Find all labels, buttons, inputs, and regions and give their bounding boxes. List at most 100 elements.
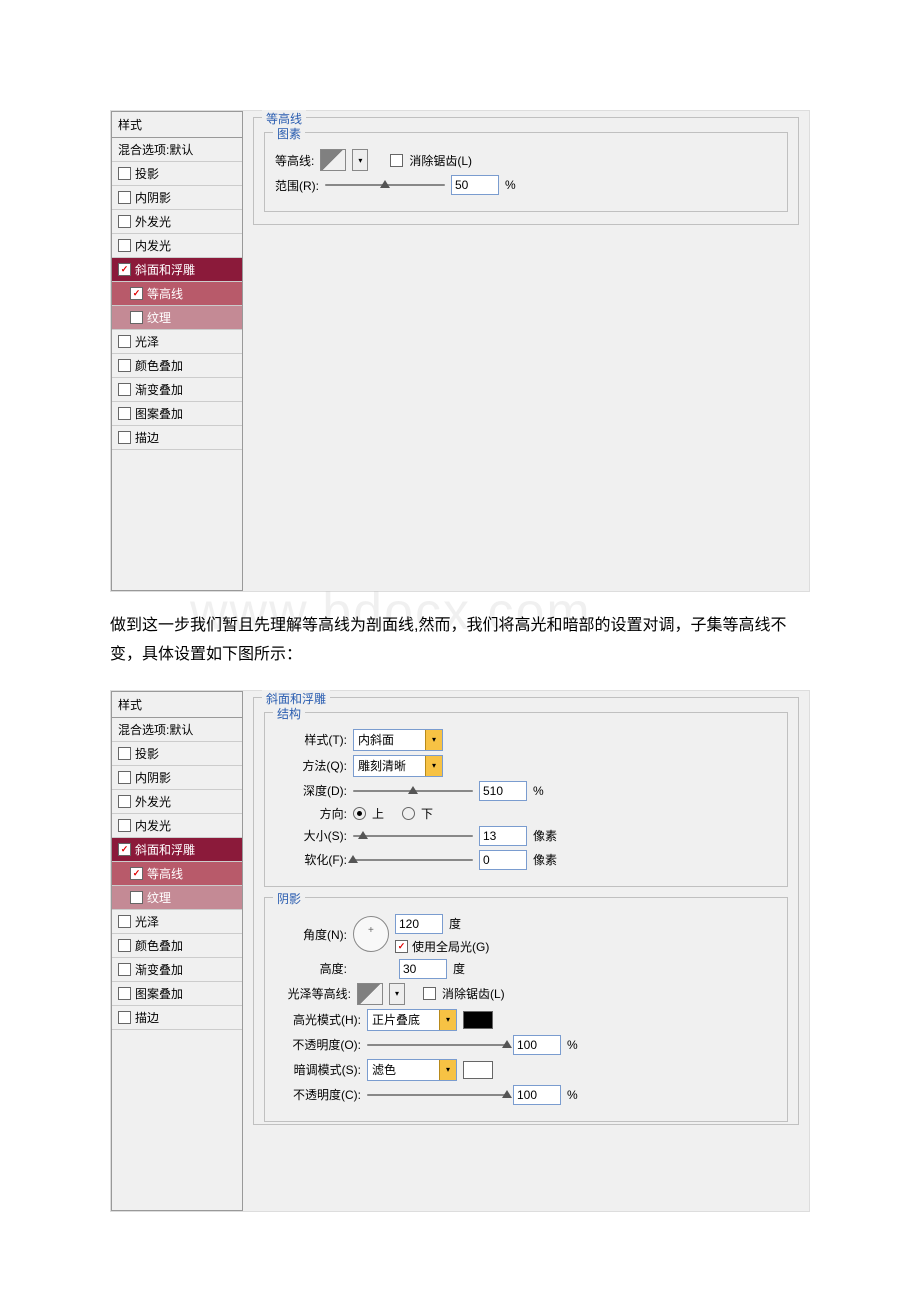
angle-label: 角度(N):	[275, 926, 347, 943]
soften-slider[interactable]	[353, 857, 473, 863]
sh-opacity-input[interactable]	[513, 1085, 561, 1105]
blend-options-item[interactable]: 混合选项:默认	[112, 138, 242, 162]
shadow-mode-select[interactable]: 滤色 ▾	[367, 1059, 457, 1081]
hi-opacity-input[interactable]	[513, 1035, 561, 1055]
chevron-down-icon[interactable]: ▾	[439, 1060, 456, 1080]
shadow-mode-label: 暗调模式(S):	[275, 1061, 361, 1078]
checkbox-icon[interactable]	[118, 843, 131, 856]
style-inner-shadow[interactable]: 内阴影	[112, 186, 242, 210]
style-bevel-emboss-2[interactable]: 斜面和浮雕	[112, 838, 242, 862]
gloss-label: 光泽等高线:	[275, 985, 351, 1002]
gloss-antialias-label: 消除锯齿(L)	[442, 985, 505, 1002]
global-light-checkbox[interactable]	[395, 940, 408, 953]
style-bevel-emboss[interactable]: 斜面和浮雕	[112, 258, 242, 282]
size-slider[interactable]	[353, 833, 473, 839]
style-outer-glow[interactable]: 外发光	[112, 210, 242, 234]
checkbox-icon[interactable]	[118, 431, 131, 444]
gloss-antialias-checkbox[interactable]	[423, 987, 436, 1000]
style-outer-glow-2[interactable]: 外发光	[112, 790, 242, 814]
checkbox-icon[interactable]	[118, 215, 131, 228]
angle-unit: 度	[449, 915, 461, 932]
style-contour[interactable]: 等高线	[112, 282, 242, 306]
styles-list-panel-2: 样式 混合选项:默认 投影 内阴影 外发光 内发光 斜面和浮雕 等高线 纹理 光…	[111, 691, 243, 1211]
angle-input[interactable]	[395, 914, 443, 934]
style-stroke-2[interactable]: 描边	[112, 1006, 242, 1030]
checkbox-icon[interactable]	[130, 311, 143, 324]
checkbox-icon[interactable]	[130, 891, 143, 904]
checkbox-icon[interactable]	[118, 819, 131, 832]
blend-options-item-2[interactable]: 混合选项:默认	[112, 718, 242, 742]
style-satin[interactable]: 光泽	[112, 330, 242, 354]
gloss-contour-swatch[interactable]	[357, 983, 383, 1005]
checkbox-icon[interactable]	[118, 167, 131, 180]
depth-slider[interactable]	[353, 788, 473, 794]
layer-style-dialog-1: 样式 混合选项:默认 投影 内阴影 外发光 内发光 斜面和浮雕 等高线 纹理 光…	[110, 110, 810, 592]
direction-up-radio[interactable]	[353, 807, 366, 820]
angle-globe-icon[interactable]: +	[353, 916, 389, 952]
altitude-unit: 度	[453, 960, 465, 977]
checkbox-icon[interactable]	[118, 239, 131, 252]
checkbox-icon[interactable]	[118, 963, 131, 976]
method-select[interactable]: 雕刻清晰 ▾	[353, 755, 443, 777]
style-gradient-overlay[interactable]: 渐变叠加	[112, 378, 242, 402]
altitude-label: 高度:	[275, 960, 347, 977]
sh-opacity-slider[interactable]	[367, 1092, 507, 1098]
range-label: 范围(R):	[275, 177, 319, 194]
checkbox-icon[interactable]	[118, 383, 131, 396]
checkbox-icon[interactable]	[118, 915, 131, 928]
checkbox-icon[interactable]	[118, 191, 131, 204]
chevron-down-icon[interactable]: ▾	[425, 756, 442, 776]
dropdown-arrow-icon[interactable]: ▾	[389, 983, 405, 1005]
size-unit: 像素	[533, 827, 557, 844]
chevron-down-icon[interactable]: ▾	[425, 730, 442, 750]
chevron-down-icon[interactable]: ▾	[439, 1010, 456, 1030]
style-inner-glow-2[interactable]: 内发光	[112, 814, 242, 838]
styles-empty-space	[112, 450, 242, 590]
style-texture-2[interactable]: 纹理	[112, 886, 242, 910]
checkbox-icon[interactable]	[118, 335, 131, 348]
checkbox-icon[interactable]	[118, 407, 131, 420]
style-color-overlay-2[interactable]: 颜色叠加	[112, 934, 242, 958]
checkbox-icon[interactable]	[118, 747, 131, 760]
hi-opacity-slider[interactable]	[367, 1042, 507, 1048]
style-pattern-overlay-2[interactable]: 图案叠加	[112, 982, 242, 1006]
shadow-color-swatch[interactable]	[463, 1061, 493, 1079]
style-select[interactable]: 内斜面 ▾	[353, 729, 443, 751]
highlight-mode-select[interactable]: 正片叠底 ▾	[367, 1009, 457, 1031]
contour-fieldset: 等高线 图素 等高线: ▾ 消除锯齿(L) 范围(R):	[253, 117, 799, 225]
altitude-input[interactable]	[399, 959, 447, 979]
style-drop-shadow-2[interactable]: 投影	[112, 742, 242, 766]
dropdown-arrow-icon[interactable]: ▾	[352, 149, 368, 171]
style-inner-shadow-2[interactable]: 内阴影	[112, 766, 242, 790]
antialias-checkbox[interactable]	[390, 154, 403, 167]
hi-opacity-label: 不透明度(O):	[275, 1036, 361, 1053]
style-color-overlay[interactable]: 颜色叠加	[112, 354, 242, 378]
size-input[interactable]	[479, 826, 527, 846]
soften-input[interactable]	[479, 850, 527, 870]
direction-down-radio[interactable]	[402, 807, 415, 820]
style-inner-glow[interactable]: 内发光	[112, 234, 242, 258]
contour-swatch[interactable]	[320, 149, 346, 171]
checkbox-icon[interactable]	[130, 867, 143, 880]
style-gradient-overlay-2[interactable]: 渐变叠加	[112, 958, 242, 982]
range-slider[interactable]	[325, 182, 445, 188]
checkbox-icon[interactable]	[118, 939, 131, 952]
highlight-color-swatch[interactable]	[463, 1011, 493, 1029]
style-drop-shadow[interactable]: 投影	[112, 162, 242, 186]
direction-label: 方向:	[275, 805, 347, 822]
checkbox-icon[interactable]	[118, 1011, 131, 1024]
style-satin-2[interactable]: 光泽	[112, 910, 242, 934]
checkbox-icon[interactable]	[130, 287, 143, 300]
checkbox-icon[interactable]	[118, 359, 131, 372]
checkbox-icon[interactable]	[118, 795, 131, 808]
checkbox-icon[interactable]	[118, 263, 131, 276]
checkbox-icon[interactable]	[118, 987, 131, 1000]
elements-fieldset: 图素 等高线: ▾ 消除锯齿(L) 范围(R):	[264, 132, 788, 212]
style-texture[interactable]: 纹理	[112, 306, 242, 330]
style-contour-2[interactable]: 等高线	[112, 862, 242, 886]
style-stroke[interactable]: 描边	[112, 426, 242, 450]
range-input[interactable]	[451, 175, 499, 195]
style-pattern-overlay[interactable]: 图案叠加	[112, 402, 242, 426]
checkbox-icon[interactable]	[118, 771, 131, 784]
depth-input[interactable]	[479, 781, 527, 801]
